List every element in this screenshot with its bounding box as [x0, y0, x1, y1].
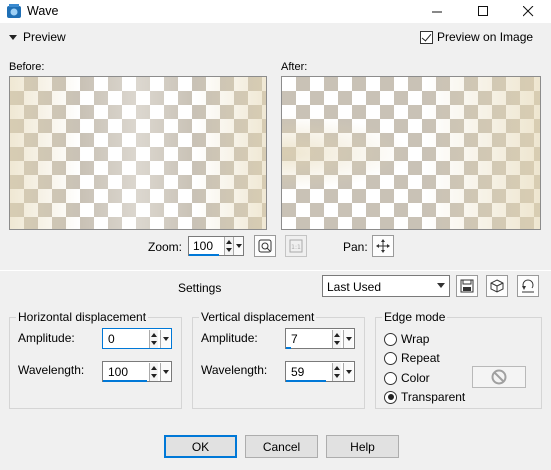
h-wavelength-field[interactable]: 100 — [102, 361, 172, 382]
edge-mode-repeat-radio[interactable]: Repeat — [384, 351, 440, 365]
edge-mode-color-label: Color — [401, 371, 430, 385]
h-wavelength-dropdown[interactable] — [160, 363, 170, 381]
edge-mode-wrap-label: Wrap — [401, 332, 430, 346]
pan-button[interactable] — [372, 235, 394, 257]
window-title: Wave — [27, 4, 59, 18]
v-amplitude-dropdown[interactable] — [343, 330, 353, 348]
v-wavelength-dropdown[interactable] — [343, 363, 353, 381]
pan-label: Pan: — [343, 240, 368, 254]
minimize-button[interactable] — [414, 0, 460, 23]
zoom-fit-button[interactable] — [254, 235, 276, 257]
h-wavelength-slider-indicator — [103, 380, 147, 382]
minimize-icon — [431, 11, 442, 13]
zoom-field[interactable]: 100 — [188, 236, 244, 256]
h-wavelength-spinner[interactable] — [149, 363, 158, 381]
v-amplitude-spinner[interactable] — [332, 330, 341, 348]
radio-icon — [384, 332, 397, 346]
color-swatch-button[interactable] — [472, 366, 526, 388]
h-amplitude-field[interactable]: 0 — [102, 328, 172, 349]
preview-on-image-checkbox[interactable]: Preview on Image — [420, 30, 533, 44]
h-amplitude-value: 0 — [108, 332, 115, 346]
h-amplitude-dropdown[interactable] — [160, 330, 170, 348]
radio-icon — [384, 371, 397, 385]
edge-mode-transparent-label: Transparent — [401, 390, 466, 404]
dice-icon — [490, 279, 504, 293]
v-wavelength-field[interactable]: 59 — [285, 361, 355, 382]
before-preview[interactable] — [9, 76, 267, 230]
preview-toggle[interactable]: Preview — [9, 30, 66, 44]
zoom-fit-icon — [258, 239, 272, 253]
h-amplitude-spinner[interactable] — [149, 330, 158, 348]
radio-icon — [384, 351, 397, 365]
chevron-down-icon — [437, 283, 445, 288]
v-amplitude-slider-indicator — [286, 347, 291, 349]
help-button[interactable]: Help — [326, 435, 399, 458]
actual-size-icon: 1:1 — [289, 239, 303, 253]
v-amplitude-field[interactable]: 7 — [285, 328, 355, 349]
vertical-group-title: Vertical displacement — [199, 310, 317, 324]
after-label: After: — [281, 61, 308, 73]
v-wavelength-slider-indicator — [286, 380, 326, 382]
svg-text:1:1: 1:1 — [291, 244, 301, 251]
triangle-down-icon — [9, 35, 17, 40]
save-preset-button[interactable] — [456, 275, 478, 297]
cancel-button[interactable]: Cancel — [245, 435, 318, 458]
edge-mode-title: Edge mode — [382, 310, 448, 324]
v-amplitude-value: 7 — [291, 332, 298, 346]
preview-on-image-label: Preview on Image — [437, 30, 534, 44]
close-icon — [522, 6, 533, 17]
before-label: Before: — [9, 61, 45, 73]
reset-icon — [522, 279, 534, 293]
h-wavelength-label: Wavelength: — [18, 363, 85, 377]
maximize-icon — [477, 6, 488, 16]
ok-button[interactable]: OK — [164, 435, 237, 458]
edge-mode-repeat-label: Repeat — [401, 351, 440, 365]
divider — [0, 270, 551, 271]
v-amplitude-label: Amplitude: — [201, 331, 258, 345]
h-amplitude-label: Amplitude: — [18, 331, 75, 345]
close-button[interactable] — [505, 0, 551, 23]
h-wavelength-value: 100 — [108, 365, 129, 379]
radio-selected-icon — [384, 390, 397, 404]
zoom-value: 100 — [193, 239, 214, 253]
app-icon — [7, 4, 21, 18]
save-icon — [460, 279, 474, 293]
settings-label: Settings — [178, 281, 222, 295]
edge-mode-color-radio[interactable]: Color — [384, 371, 430, 385]
after-preview[interactable] — [281, 76, 541, 230]
preset-value: Last Used — [327, 280, 382, 294]
v-wavelength-value: 59 — [291, 365, 305, 379]
checkbox-checked-icon — [420, 30, 433, 44]
zoom-actual-size-button[interactable]: 1:1 — [285, 235, 307, 257]
randomize-button[interactable] — [486, 275, 508, 297]
edge-mode-wrap-radio[interactable]: Wrap — [384, 332, 429, 346]
before-image — [10, 77, 266, 229]
reset-button[interactable] — [517, 275, 539, 297]
zoom-dropdown[interactable] — [233, 237, 243, 255]
zoom-slider-indicator — [189, 254, 219, 256]
preview-toggle-label: Preview — [23, 30, 66, 44]
preset-select[interactable]: Last Used — [322, 275, 450, 297]
horizontal-group-title: Horizontal displacement — [16, 310, 149, 324]
edge-mode-transparent-radio[interactable]: Transparent — [384, 390, 465, 404]
v-wavelength-label: Wavelength: — [201, 363, 268, 377]
move-icon — [376, 239, 390, 253]
zoom-label: Zoom: — [148, 240, 183, 254]
zoom-spinner[interactable] — [224, 237, 233, 255]
no-color-icon — [491, 369, 507, 385]
v-wavelength-spinner[interactable] — [332, 363, 341, 381]
maximize-button[interactable] — [460, 0, 506, 23]
after-image — [282, 77, 540, 229]
